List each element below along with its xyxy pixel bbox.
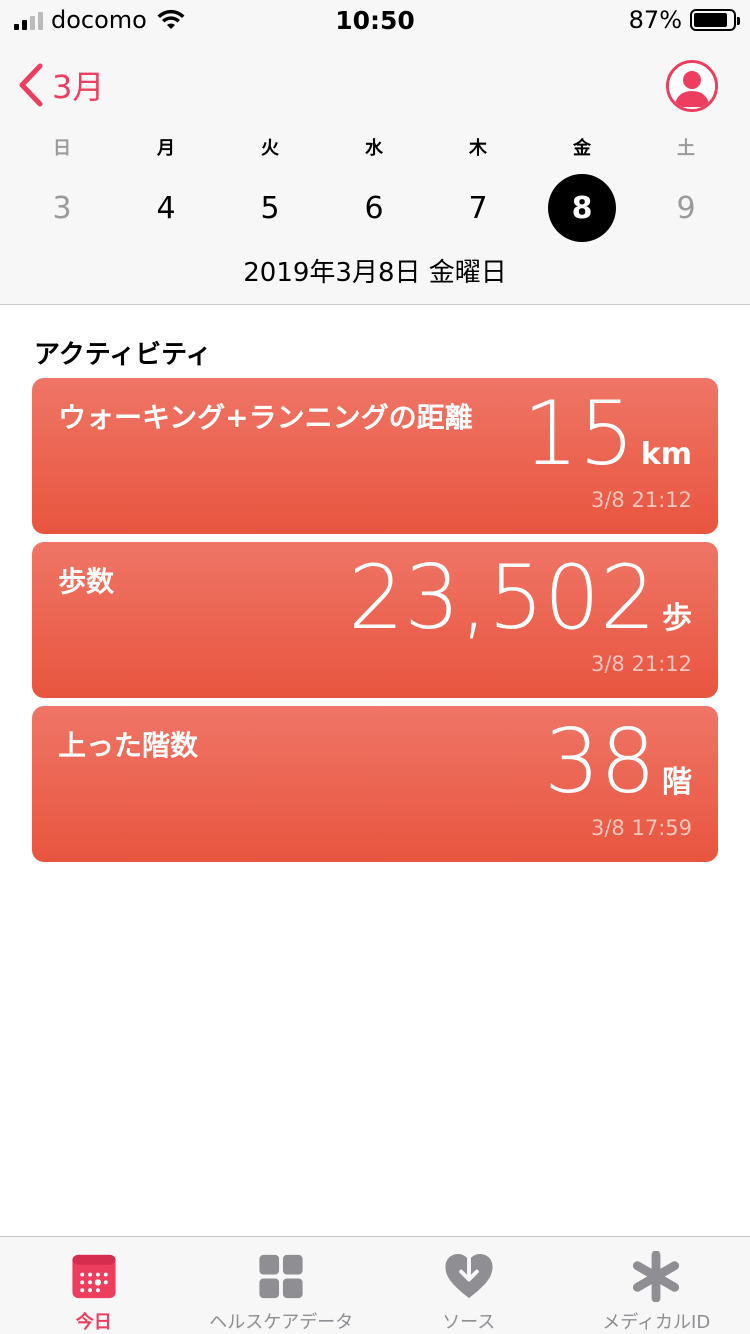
back-label: 3月: [52, 68, 105, 106]
tab-label: ソース: [442, 1312, 496, 1333]
tab-bar: 今日 ヘルスケアデータ ソース メディカルID: [0, 1236, 750, 1334]
card-timestamp: 3/8 21:12: [591, 652, 692, 676]
tab-health-data[interactable]: ヘルスケアデータ: [188, 1237, 376, 1334]
battery-percent: 87%: [628, 6, 682, 34]
card-title: ウォーキング+ランニングの距離: [58, 401, 473, 434]
date-cell[interactable]: 6: [322, 174, 426, 242]
tab-sources[interactable]: ソース: [375, 1237, 563, 1334]
date-number: 6: [364, 190, 384, 226]
weekday-label: 火: [261, 138, 279, 159]
card-timestamp: 3/8 21:12: [591, 488, 692, 512]
card-unit: km: [640, 437, 692, 472]
tab-today[interactable]: 今日: [0, 1237, 188, 1334]
date-cell-selected[interactable]: 8: [530, 174, 634, 242]
tab-medical-id[interactable]: メディカルID: [563, 1237, 750, 1334]
card-title: 歩数: [58, 565, 115, 598]
date-cell[interactable]: 3: [10, 174, 114, 242]
card-unit: 歩: [662, 601, 692, 636]
weekday-label: 水: [365, 138, 383, 159]
weekday-row: 日 月 火 水 木 金 土: [10, 134, 740, 160]
weekday-label: 日: [53, 138, 71, 159]
tab-label: メディカルID: [602, 1312, 711, 1333]
date-cell[interactable]: 9: [634, 174, 738, 242]
weekday-label: 木: [469, 138, 487, 159]
back-button[interactable]: 3月: [16, 62, 104, 108]
date-number: 9: [676, 190, 696, 226]
card-timestamp: 3/8 17:59: [591, 816, 692, 840]
date-number: 8: [548, 174, 616, 242]
date-number: 4: [156, 190, 176, 226]
battery-icon: [690, 9, 740, 31]
flights-card[interactable]: 上った階数 38 階 3/8 17:59: [32, 706, 718, 862]
distance-card[interactable]: ウォーキング+ランニングの距離 15 km 3/8 21:12: [32, 378, 718, 534]
card-value: 15 km: [522, 382, 692, 485]
card-number: 38: [544, 710, 656, 813]
grid-icon: [259, 1254, 303, 1299]
header: 3月 日 月 火 水 木 金 土 3 4 5 6 7 8 9 2019年3月8日…: [0, 40, 750, 305]
chevron-left-icon: [19, 63, 43, 107]
date-number: 3: [52, 190, 72, 226]
weekday-label: 金: [573, 138, 591, 159]
weekday-label: 土: [677, 138, 695, 159]
card-title: 上った階数: [58, 729, 199, 762]
status-bar: docomo 10:50 87%: [0, 0, 750, 40]
date-cell[interactable]: 5: [218, 174, 322, 242]
section-title: アクティビティ: [34, 340, 212, 370]
date-cell[interactable]: 4: [114, 174, 218, 242]
asterisk-icon: [633, 1251, 680, 1302]
card-number: 15: [522, 382, 635, 485]
card-unit: 階: [662, 765, 692, 800]
profile-button[interactable]: [666, 60, 718, 112]
weekday-label: 月: [157, 138, 175, 159]
tab-label: ヘルスケアデータ: [209, 1312, 354, 1333]
card-value: 23,502 歩: [348, 546, 692, 649]
date-number: 5: [260, 190, 280, 226]
date-cell[interactable]: 7: [426, 174, 530, 242]
calendar-icon: [72, 1254, 116, 1299]
person-icon: [669, 63, 715, 109]
card-value: 38 階: [544, 710, 692, 813]
heart-download-icon: [445, 1253, 493, 1299]
date-row: 3 4 5 6 7 8 9: [10, 174, 740, 242]
tab-label: 今日: [75, 1312, 112, 1333]
full-date: 2019年3月8日 金曜日: [243, 258, 507, 288]
date-number: 7: [468, 190, 488, 226]
steps-card[interactable]: 歩数 23,502 歩 3/8 21:12: [32, 542, 718, 698]
card-number: 23,502: [348, 546, 656, 649]
battery-status: 87%: [628, 6, 740, 34]
